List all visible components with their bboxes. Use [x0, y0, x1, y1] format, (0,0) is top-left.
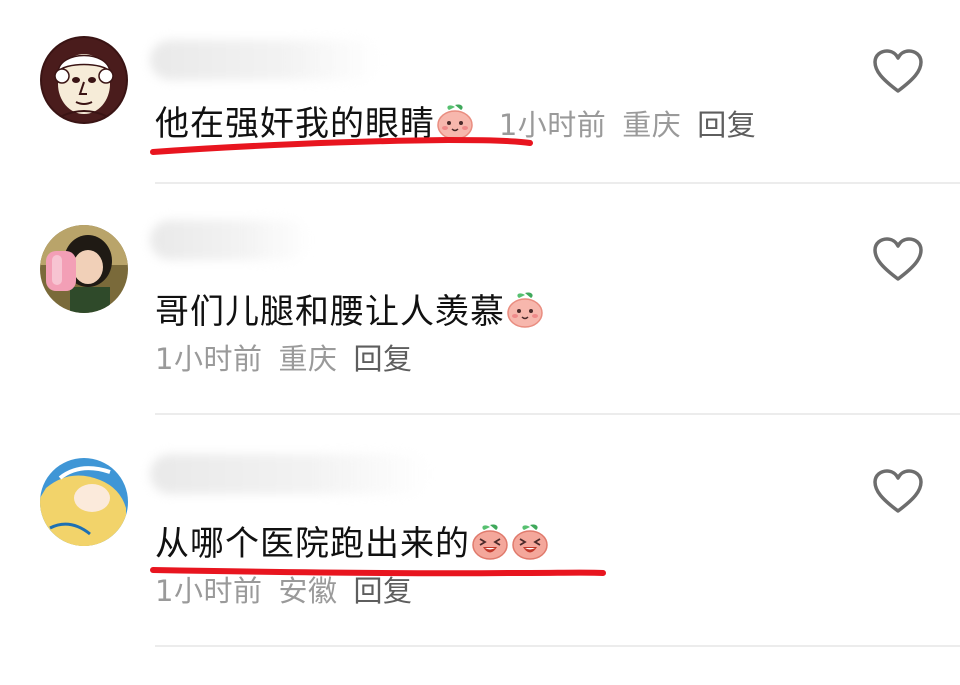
avatar[interactable]	[40, 225, 128, 313]
avatar[interactable]	[40, 458, 128, 546]
comment-text-row: 从哪个医院跑出来的	[155, 516, 550, 565]
divider	[155, 413, 960, 415]
comment-meta: 1小时前 重庆 回复	[155, 336, 428, 378]
like-heart-icon[interactable]	[872, 236, 924, 284]
red-underline	[150, 567, 606, 577]
divider	[155, 182, 960, 184]
laugh-peach-icon	[510, 521, 550, 561]
smile-peach-icon	[505, 289, 545, 329]
like-heart-icon[interactable]	[872, 48, 924, 96]
reply-button[interactable]: 回复	[353, 342, 412, 376]
comment-text: 哥们儿腿和腰让人羡慕	[155, 292, 505, 332]
avatar[interactable]	[40, 36, 128, 124]
comment-location: 重庆	[622, 108, 682, 142]
username-redacted	[150, 220, 310, 260]
comment-location: 重庆	[278, 342, 338, 376]
comment-text: 从哪个医院跑出来的	[155, 524, 470, 564]
username-redacted	[150, 454, 430, 494]
comment-time: 1小时前	[155, 342, 263, 376]
username-redacted	[150, 40, 380, 80]
divider	[155, 645, 960, 647]
comment-text-row: 哥们儿腿和腰让人羡慕	[155, 284, 545, 333]
like-heart-icon[interactable]	[872, 468, 924, 516]
red-underline	[150, 136, 533, 155]
comment-meta: 1小时前 重庆 回复	[499, 108, 772, 142]
reply-button[interactable]: 回复	[697, 108, 756, 142]
laugh-peach-icon	[470, 521, 510, 561]
